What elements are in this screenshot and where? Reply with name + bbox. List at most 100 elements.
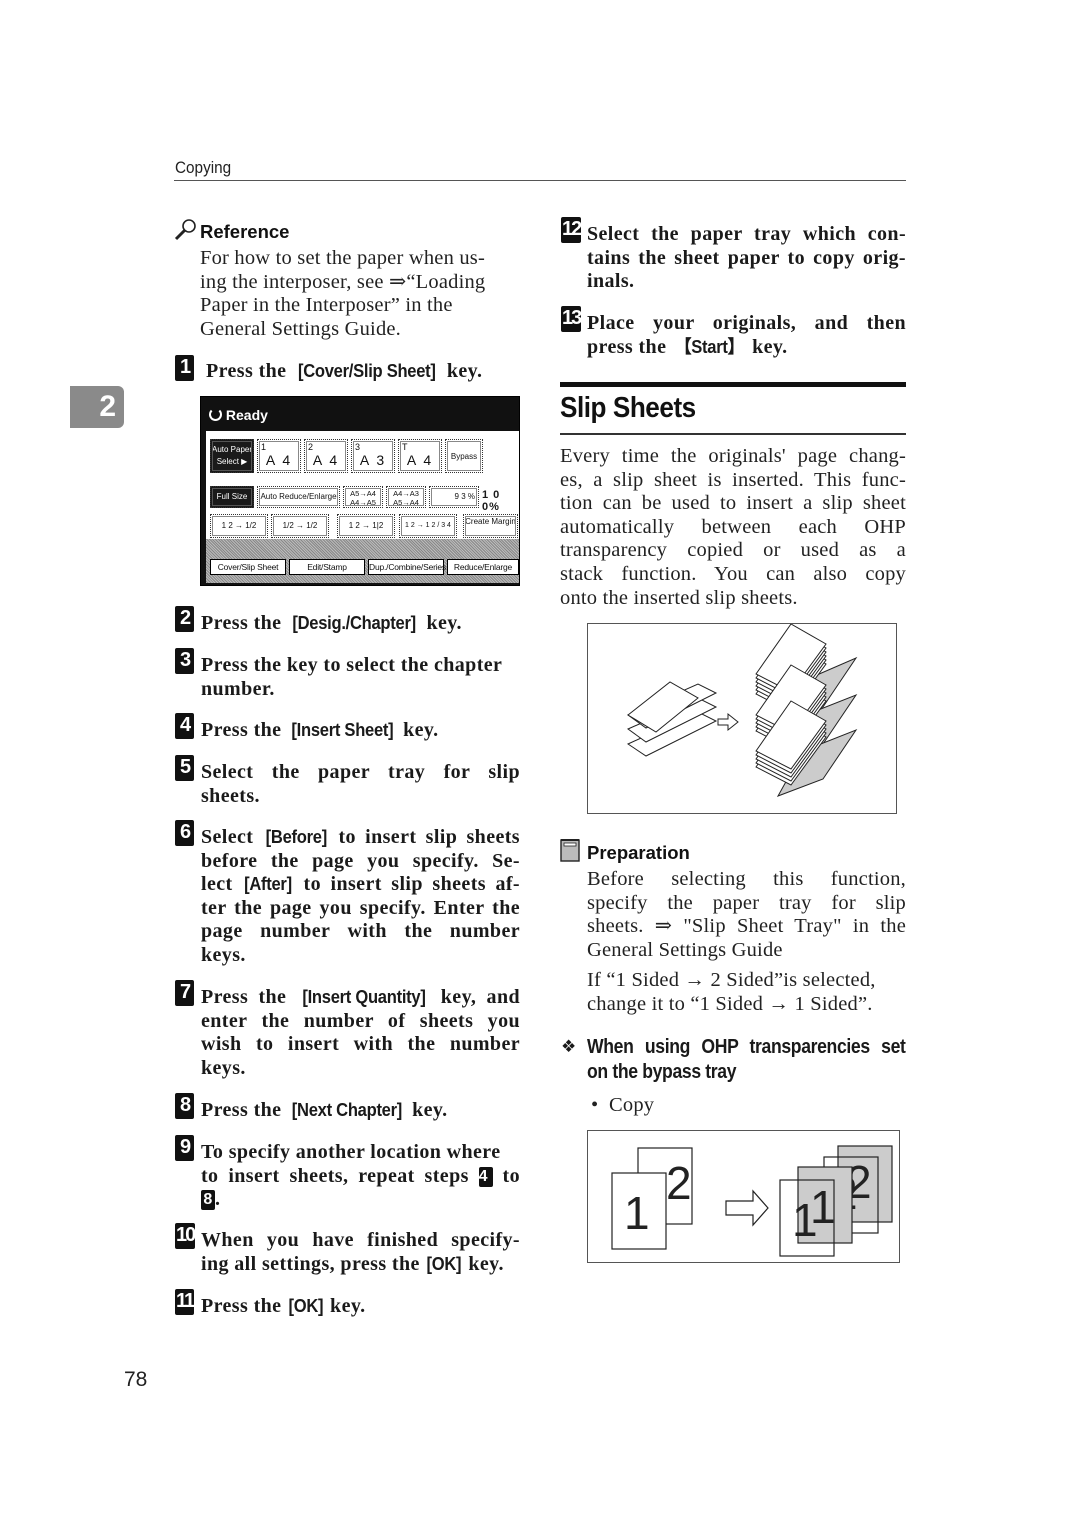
step-4-text: Press the [Insert Sheet] key. xyxy=(201,719,439,743)
step-line: 8. xyxy=(201,1188,520,1212)
step-text: to insert slip sheets xyxy=(329,826,520,848)
hollow-arrow-icon xyxy=(717,712,739,732)
bullet-text: Copy xyxy=(609,1094,655,1116)
ratio-preset-2-button[interactable]: A4→A3 A5→A4 xyxy=(386,486,426,508)
ratio-preset-1-button[interactable]: A5→A4 A4→A5 xyxy=(343,486,383,508)
step-number: 12 xyxy=(561,217,582,243)
tab-cover-slip-sheet[interactable]: Cover/Slip Sheet xyxy=(210,559,286,575)
page-number: 78 xyxy=(124,1368,148,1391)
step-line: to insert sheets, repeat steps 4 to xyxy=(201,1165,520,1189)
duplex-2-button[interactable]: 1/2 → 1/2 xyxy=(271,514,329,538)
intro-line: tion can be used to insert a slip sheet xyxy=(560,492,906,515)
key-name: [Next Chapter] xyxy=(291,1100,403,1120)
preparation-note-line: If “1 Sided → 2 Sided”is selected, xyxy=(587,969,876,992)
step-11-text: Press the [OK] key. xyxy=(201,1295,366,1319)
step-line: lect [After] to insert slip sheets af- xyxy=(201,873,520,897)
step-number: 6 xyxy=(175,820,194,846)
ohp-illustration: 2 1 2 2 1 1 xyxy=(611,1145,893,1257)
intro-line: transparency copied or used as a xyxy=(560,539,906,562)
step-line: sheets. xyxy=(201,784,260,807)
reference-title: Reference xyxy=(200,221,290,242)
step-13-text: Place your originals, and then press the… xyxy=(587,312,906,359)
step-line: ing all settings, press the [OK] key. xyxy=(201,1253,520,1277)
step-1-text: Press the [Cover/Slip Sheet] key. xyxy=(206,360,482,384)
full-size-button[interactable]: Full Size xyxy=(210,486,254,508)
auto-paper-select-button[interactable]: Auto Paper Select ▶ xyxy=(210,439,254,473)
key-name: [Before] xyxy=(265,827,327,847)
tray-1-button[interactable]: 1A 4 xyxy=(257,439,301,473)
step-line: wish to insert with the number xyxy=(201,1033,520,1056)
diamond-bullet-icon: ❖ xyxy=(561,1037,577,1056)
step-8-text: Press the [Next Chapter] key. xyxy=(201,1099,448,1123)
key-name: [Desig./Chapter] xyxy=(292,613,416,633)
step-number: 4 xyxy=(175,713,194,739)
reference-line: ing the interposer, see ⇒“Loading xyxy=(200,270,486,293)
step-text: to insert sheets, repeat steps xyxy=(201,1164,479,1187)
section-rule xyxy=(560,382,906,387)
tray-size: A 3 xyxy=(359,452,387,468)
combine-4-button[interactable]: 1 2 → 1 2 / 3 4 xyxy=(399,514,457,538)
duplex-1-button[interactable]: 1 2 → 1/2 xyxy=(210,514,268,538)
step-line: Press the key to select the chapter xyxy=(201,654,503,676)
tray-size: A 4 xyxy=(265,452,293,468)
page-label: 1 xyxy=(624,1187,650,1239)
step-line: keys. xyxy=(201,943,246,966)
copier-control-panel: Ready Auto Paper Select ▶ 1A 4 2A 4 3A 3… xyxy=(200,396,520,586)
step-7-text: Press the [Insert Quantity] key, and ent… xyxy=(201,986,520,1080)
step-line: Select the paper tray which con- xyxy=(587,223,906,245)
step-text: Press the xyxy=(206,360,292,382)
step-text: Press the xyxy=(201,612,287,634)
key-name: 【Start】 xyxy=(674,336,744,357)
tab-dup-combine-series[interactable]: Dup./Combine/Series xyxy=(368,559,446,575)
step-5-text: Select the paper tray for slip sheets. xyxy=(201,761,520,808)
combine-button[interactable]: 1 2 → 1|2 xyxy=(337,514,395,538)
key-name: [OK] xyxy=(426,1253,462,1274)
reference-line: For how to set the paper when us- xyxy=(200,247,486,269)
ratio-preset-3-button[interactable]: 9 3 % xyxy=(429,486,479,508)
tray-3-button[interactable]: 3A 3 xyxy=(351,439,395,473)
step-text: key. xyxy=(462,1252,504,1275)
auto-reduce-enlarge-button[interactable]: Auto Reduce/Enlarge xyxy=(257,486,340,508)
page-label: 2 xyxy=(666,1157,692,1209)
reference-icon-wrap xyxy=(174,217,198,246)
step-3-text: Press the key to select the chapter numb… xyxy=(201,654,520,701)
tab-reduce-enlarge[interactable]: Reduce/Enlarge xyxy=(447,559,519,575)
step-line: keys. xyxy=(201,1056,246,1079)
step-line: inals. xyxy=(587,270,635,293)
preparation-line: General Settings Guide xyxy=(587,938,783,961)
tray-2-button[interactable]: 2A 4 xyxy=(304,439,348,473)
reference-line: General Settings Guide. xyxy=(200,317,402,340)
step-line: enter the number of sheets you xyxy=(201,1009,520,1032)
step-line: number. xyxy=(201,677,275,700)
step-text: press the xyxy=(587,335,672,358)
key-name: [Insert Quantity] xyxy=(301,987,426,1007)
step-text: Press the xyxy=(201,1295,287,1317)
intro-line: automatically between each OHP xyxy=(560,515,906,538)
step-line: press the 【Start】 key. xyxy=(587,336,906,360)
create-margin-button[interactable]: Create Margin xyxy=(463,514,518,538)
step-text: key. xyxy=(441,360,483,382)
intro-line: es, a slip sheet is inserted. This func- xyxy=(560,468,906,491)
intro-line: onto the inserted slip sheets. xyxy=(560,586,798,609)
slip-sheet-figure xyxy=(587,623,897,814)
section-rule xyxy=(560,433,906,435)
key-name: [After] xyxy=(244,874,292,895)
step-number: 1 xyxy=(175,355,194,381)
subsection-title-line: on the bypass tray xyxy=(587,1061,737,1083)
notepad-icon xyxy=(560,839,580,862)
section-title: Slip Sheets xyxy=(560,392,696,424)
status-text: Ready xyxy=(225,407,268,423)
step-text: lect xyxy=(201,873,243,896)
tray-t-button[interactable]: TA 4 xyxy=(398,439,442,473)
panel-screen: Auto Paper Select ▶ 1A 4 2A 4 3A 3 TA 4 … xyxy=(206,431,519,583)
step-number: 9 xyxy=(175,1135,194,1161)
step-number: 11 xyxy=(175,1289,195,1315)
step-text: Press the xyxy=(201,986,297,1008)
step-text: Press the xyxy=(201,719,287,741)
magnifier-icon xyxy=(174,219,196,241)
step-line: Place your originals, and then xyxy=(587,312,906,334)
tab-edit-stamp[interactable]: Edit/Stamp xyxy=(289,559,365,575)
step-12-text: Select the paper tray which con- tains t… xyxy=(587,223,906,294)
bypass-button[interactable]: Bypass xyxy=(445,439,483,473)
step-number: 7 xyxy=(175,980,194,1006)
